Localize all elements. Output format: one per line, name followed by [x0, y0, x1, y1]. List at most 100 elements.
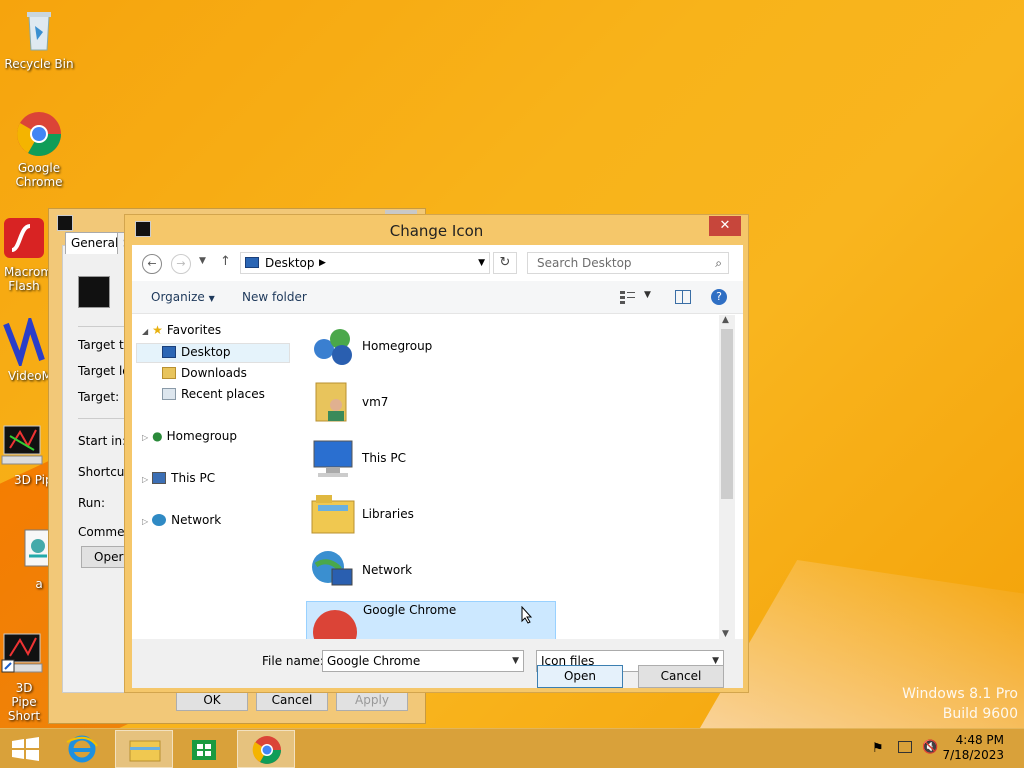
cursor-icon	[521, 605, 533, 624]
cancel-button[interactable]: Cancel	[638, 665, 724, 688]
collapse-arrow-icon[interactable]: ◢	[142, 327, 148, 336]
refresh-icon[interactable]: ↻	[493, 252, 517, 274]
vertical-scrollbar[interactable]: ▲ ▼	[719, 315, 735, 639]
scroll-down-icon[interactable]: ▼	[722, 629, 729, 639]
back-icon[interactable]: ←	[142, 254, 162, 274]
desktop-icon-flash[interactable]: Macrom Flash	[0, 214, 54, 293]
organize-button[interactable]: Organize ▼	[151, 290, 215, 304]
list-item[interactable]: This PC	[306, 435, 606, 485]
clock[interactable]: 4:48 PM 7/18/2023	[942, 733, 1004, 763]
nav-network[interactable]: ▷ Network	[142, 513, 221, 527]
nav-label: Downloads	[181, 366, 247, 380]
address-bar[interactable]: Desktop ▶ ▼	[240, 252, 490, 274]
nav-label: Homegroup	[166, 429, 237, 443]
dialog-title: Change Icon	[389, 222, 484, 240]
change-icon-dialog[interactable]: Change Icon ✕ ← → ▼ ↑ Desktop ▶ ▼ ↻ Sear…	[124, 214, 749, 693]
forward-icon[interactable]: →	[171, 254, 191, 274]
start-in-label: Start in:	[78, 434, 127, 448]
desktop-icon-label: Google Chrome	[15, 161, 63, 189]
file-list: Homegroup vm7 This PC Libraries Network …	[304, 315, 726, 639]
chrome-icon	[313, 610, 357, 639]
desktop-icon-3dpipes-shortcut[interactable]: 3D Pipe Short	[0, 630, 54, 723]
file-explorer-taskbar-button[interactable]	[115, 730, 173, 768]
nav-favorites[interactable]: ◢ ★ Favorites	[142, 323, 221, 337]
clock-date: 7/18/2023	[942, 748, 1004, 762]
nav-label: Recent places	[181, 387, 265, 401]
preview-pane-icon[interactable]	[675, 290, 691, 304]
store-taskbar-button[interactable]	[175, 730, 233, 768]
homegroup-icon	[310, 323, 356, 369]
network-icon	[310, 547, 356, 593]
dialog-title-bar[interactable]: Change Icon ✕	[125, 215, 748, 245]
file-name: Google Chrome	[363, 603, 457, 617]
nav-this-pc[interactable]: ▷ This PC	[142, 471, 215, 485]
chrome-icon	[15, 110, 63, 158]
monitor-icon	[0, 422, 48, 470]
user-folder-icon	[310, 379, 356, 425]
app-icon	[57, 215, 73, 231]
flag-icon[interactable]: ⚑	[872, 741, 884, 756]
nav-label: This PC	[171, 471, 216, 485]
nav-homegroup[interactable]: ▷ ● Homegroup	[142, 429, 237, 443]
desktop-icon-3dpipes[interactable]: 3D Pip	[0, 422, 54, 487]
volume-muted-icon[interactable]: 🔇	[922, 740, 938, 755]
recent-dropdown-icon[interactable]: ▼	[199, 256, 206, 266]
nav-downloads[interactable]: Downloads	[162, 366, 247, 380]
help-icon[interactable]: ?	[711, 289, 727, 305]
desktop-icon-label: Recycle Bin	[4, 57, 74, 71]
search-input[interactable]: Search Desktop ⌕	[527, 252, 729, 274]
watermark-edition: Windows 8.1 Pro	[902, 686, 1018, 702]
list-item-selected[interactable]: Google Chrome	[306, 601, 556, 639]
search-placeholder: Search Desktop	[537, 256, 632, 270]
list-item[interactable]: Homegroup	[306, 323, 606, 373]
run-label: Run:	[78, 496, 106, 510]
desktop-icon-recycle-bin[interactable]: Recycle Bin	[1, 6, 77, 71]
new-folder-button[interactable]: New folder	[242, 290, 307, 304]
nav-desktop[interactable]: Desktop	[162, 345, 231, 359]
scroll-thumb[interactable]	[721, 329, 733, 499]
view-options-icon[interactable]	[620, 290, 636, 304]
command-bar: Organize ▼ New folder ▼ ?	[132, 281, 743, 314]
list-item[interactable]: Network	[306, 547, 606, 597]
desktop-folder-icon	[245, 257, 259, 268]
expand-arrow-icon[interactable]: ▷	[142, 433, 148, 442]
file-name: Network	[362, 563, 413, 577]
address-dropdown-icon[interactable]: ▼	[478, 253, 485, 273]
target-type-label: Target ty	[78, 338, 131, 352]
list-item[interactable]: Libraries	[306, 491, 606, 541]
expand-arrow-icon[interactable]: ▷	[142, 517, 148, 526]
start-button[interactable]	[0, 730, 58, 768]
close-button[interactable]: ✕	[709, 216, 741, 236]
desktop-icon-label: VideoM	[8, 369, 52, 383]
navigation-pane: ◢ ★ Favorites Desktop Downloads Recent pla…	[132, 315, 298, 637]
expand-arrow-icon[interactable]: ▷	[142, 475, 148, 484]
list-item[interactable]: vm7	[306, 379, 606, 429]
file-name-input[interactable]: Google Chrome ▼	[322, 650, 524, 672]
chevron-down-icon[interactable]: ▼	[512, 651, 519, 671]
up-arrow-icon[interactable]: ↑	[220, 254, 231, 269]
downloads-folder-icon	[162, 367, 176, 379]
view-dropdown-icon[interactable]: ▼	[644, 290, 651, 300]
star-icon: ★	[152, 323, 163, 337]
desktop-icon-videom[interactable]: VideoM	[0, 313, 54, 383]
scroll-up-icon[interactable]: ▲	[722, 315, 729, 325]
clock-time: 4:48 PM	[955, 733, 1004, 747]
open-button[interactable]: Open	[537, 665, 623, 688]
file-name: Libraries	[362, 507, 414, 521]
chrome-taskbar-button[interactable]	[237, 730, 295, 768]
nav-recent-places[interactable]: Recent places	[162, 387, 265, 401]
homegroup-icon: ●	[152, 429, 163, 443]
desktop-icon-chrome[interactable]: Google Chrome	[1, 110, 77, 189]
network-tray-icon[interactable]	[898, 741, 912, 753]
store-icon	[192, 740, 216, 760]
breadcrumb-chevron-icon[interactable]: ▶	[319, 253, 326, 273]
ie-taskbar-button[interactable]	[57, 730, 115, 768]
search-icon: ⌕	[715, 256, 722, 270]
watermark-build: Build 9600	[942, 706, 1018, 722]
nav-label: Desktop	[181, 345, 231, 359]
tab-general[interactable]: General	[65, 232, 125, 254]
computer-icon	[310, 435, 356, 481]
libraries-icon	[310, 491, 356, 537]
file-name: vm7	[362, 395, 389, 409]
desktop-icon-label: 3D Pip	[14, 473, 53, 487]
